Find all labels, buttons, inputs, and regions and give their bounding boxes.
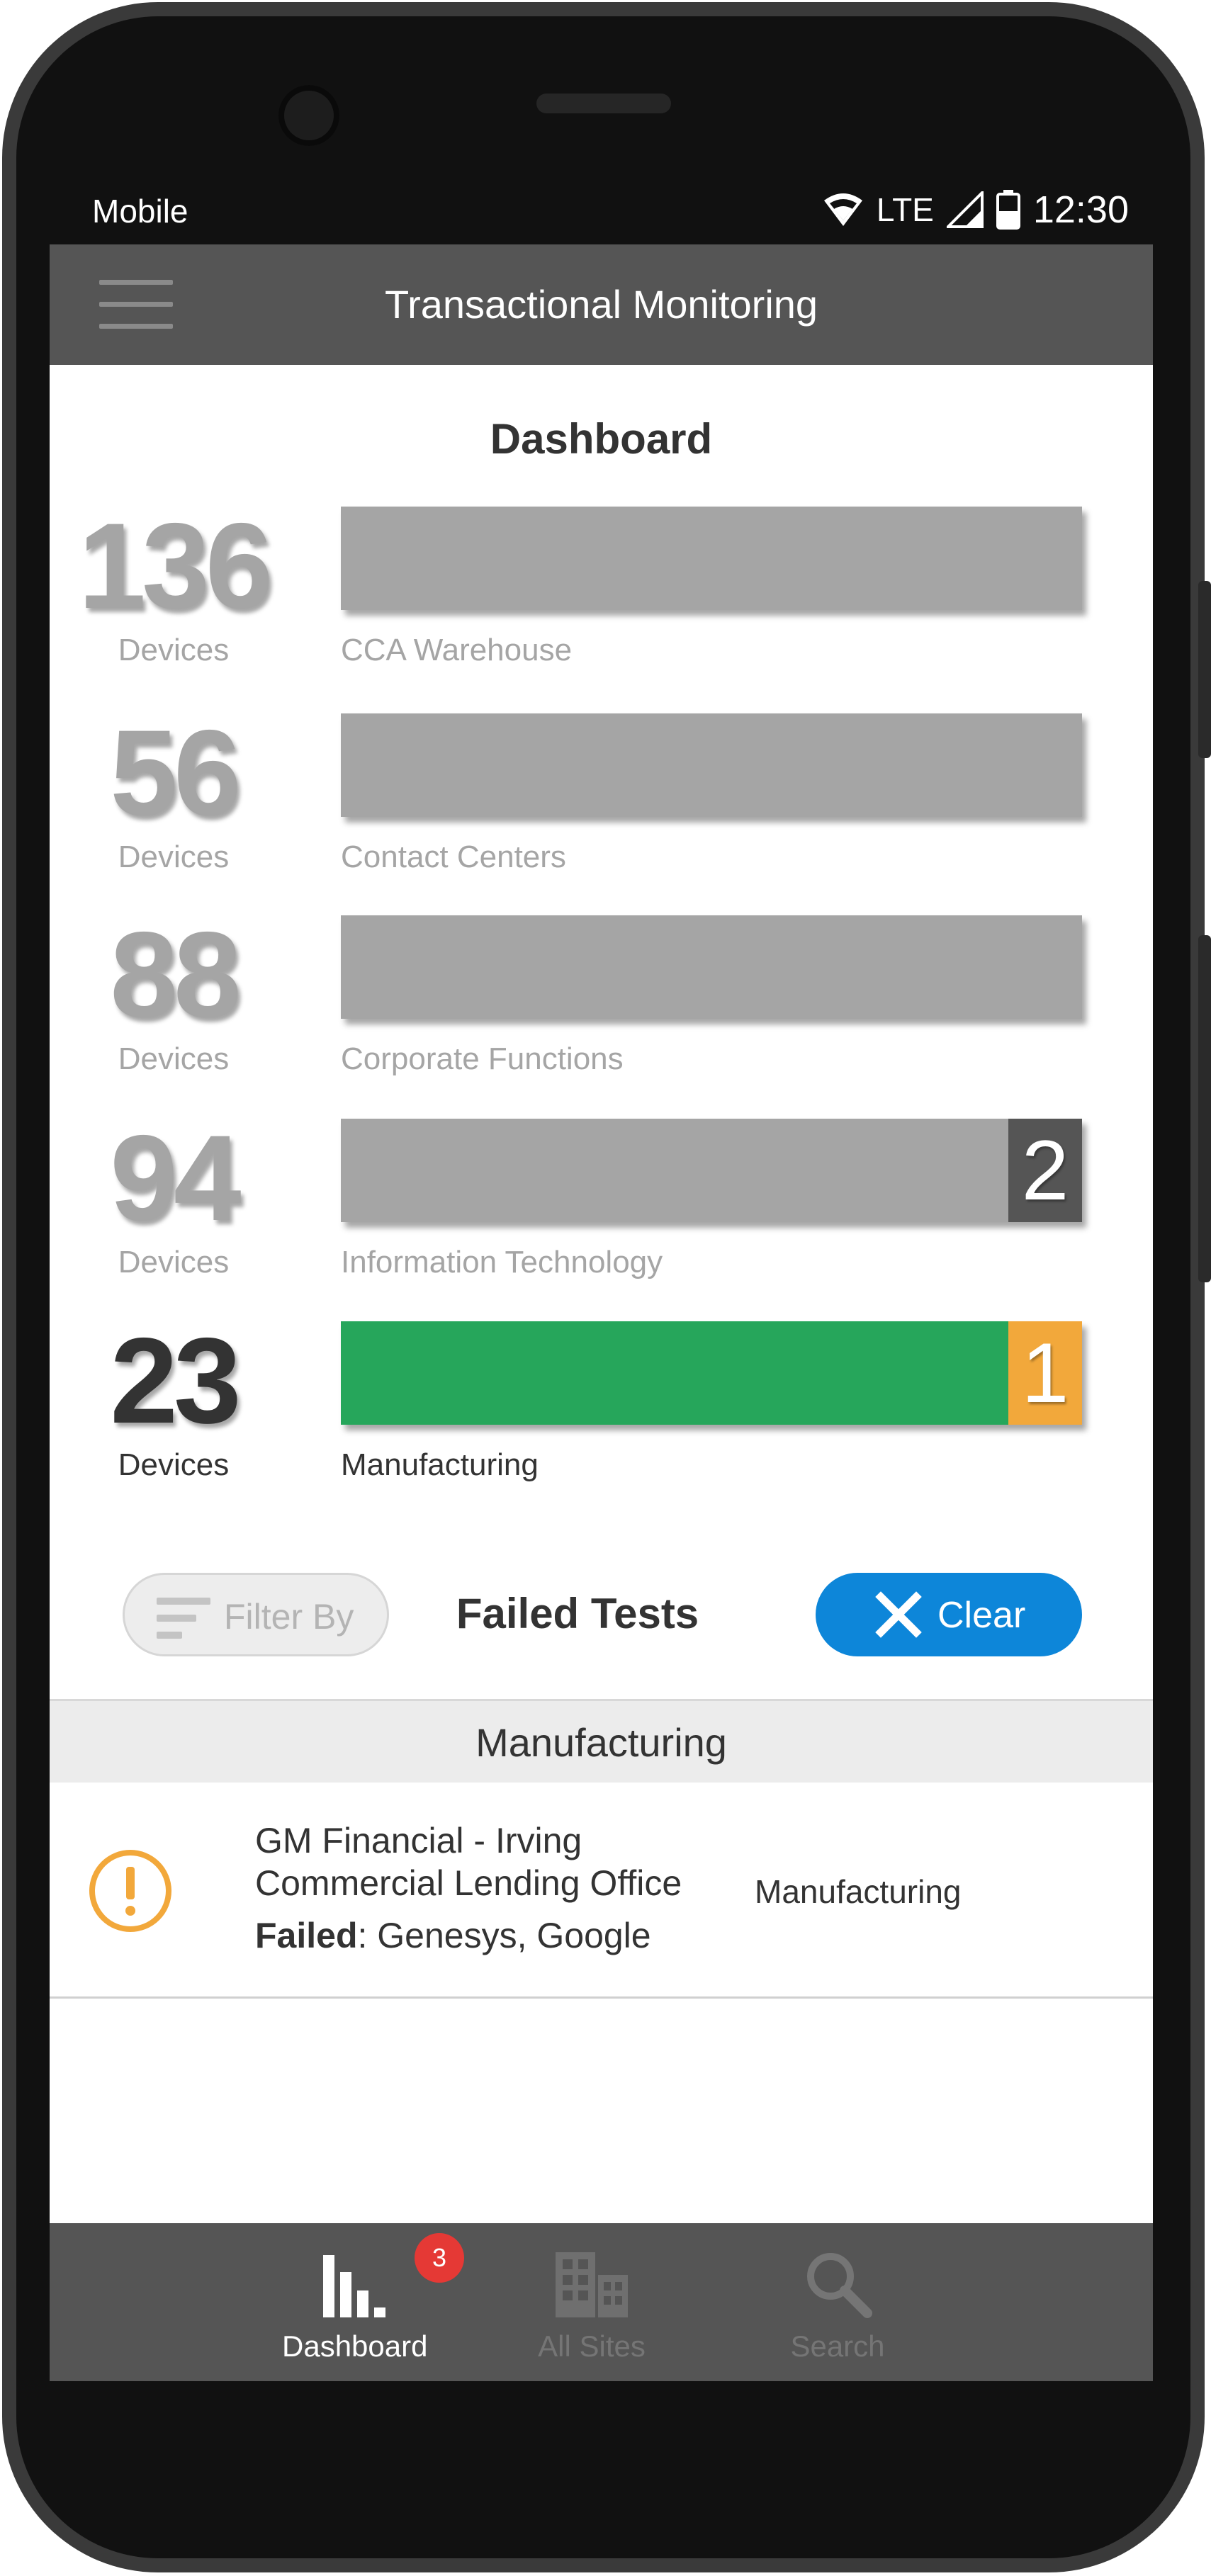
dashboard-row-corporate-functions[interactable]: 88 Devices Corporate Functions — [50, 911, 1153, 1092]
section-header: Manufacturing — [50, 1699, 1153, 1783]
filter-icon — [157, 1598, 210, 1640]
status-bar-graph — [341, 713, 1082, 817]
filter-by-button[interactable]: Filter By — [123, 1573, 389, 1656]
failed-test-item[interactable]: GM Financial - Irving Commercial Lending… — [50, 1783, 1153, 1999]
volume-button — [1198, 581, 1211, 758]
power-button — [1198, 935, 1211, 1282]
device-unit: Devices — [118, 840, 230, 874]
nav-label: Dashboard — [282, 2329, 428, 2363]
notification-badge: 3 — [415, 2233, 464, 2283]
signal-icon — [946, 191, 984, 228]
device-unit: Devices — [118, 1041, 230, 1076]
category-label: Contact Centers — [341, 840, 566, 874]
nav-label: Search — [790, 2329, 885, 2363]
close-icon — [875, 1591, 922, 1638]
device-count: 136 — [78, 498, 274, 634]
device-unit: Devices — [118, 633, 230, 667]
speaker — [536, 94, 671, 113]
clear-label: Clear — [937, 1595, 1026, 1636]
app-title: Transactional Monitoring — [384, 282, 818, 327]
status-bar: Mobile LTE 12:30 — [50, 174, 1153, 244]
network-label: LTE — [876, 191, 934, 228]
clear-button[interactable]: Clear — [816, 1573, 1082, 1656]
failed-tests-list: Failed: Genesys, Google — [255, 1915, 651, 1956]
bar-chart-icon — [323, 2255, 385, 2317]
failed-prefix: Failed — [255, 1916, 358, 1955]
device-count: 23 — [110, 1313, 241, 1449]
nav-dashboard[interactable]: Dashboard — [282, 2223, 428, 2381]
wifi-icon — [823, 193, 862, 226]
failed-tests-title: Failed Tests — [456, 1590, 699, 1637]
nav-search[interactable]: Search — [767, 2223, 908, 2381]
status-bar-graph: 2 — [341, 1119, 1082, 1222]
device-count: 56 — [110, 705, 241, 841]
app-bar: Transactional Monitoring — [50, 244, 1153, 365]
result-category: Manufacturing — [755, 1873, 962, 1910]
carrier-label: Mobile — [92, 193, 188, 230]
failure-count-badge: 2 — [1008, 1119, 1082, 1222]
dashboard-title: Dashboard — [490, 415, 713, 463]
buildings-icon — [556, 2252, 628, 2317]
warning-icon — [89, 1850, 171, 1932]
device-count: 88 — [110, 907, 241, 1043]
clock: 12:30 — [1032, 188, 1129, 231]
search-icon — [807, 2253, 872, 2318]
nav-label: All Sites — [538, 2329, 646, 2363]
category-label: Manufacturing — [341, 1447, 539, 1482]
device-unit: Devices — [118, 1245, 230, 1279]
dashboard-row-cca-warehouse[interactable]: 136 Devices CCA Warehouse — [50, 502, 1153, 684]
category-label: CCA Warehouse — [341, 633, 573, 667]
status-bar-graph: 1 — [341, 1321, 1082, 1425]
failed-value: : Genesys, Google — [357, 1916, 651, 1955]
filter-by-label: Filter By — [224, 1597, 354, 1637]
screen: Mobile LTE 12:30 Transactional Monitorin… — [50, 174, 1153, 2381]
category-label: Information Technology — [341, 1245, 663, 1279]
section-title: Manufacturing — [475, 1720, 727, 1765]
site-name-line1: GM Financial - Irving — [255, 1821, 582, 1860]
dashboard-row-information-technology[interactable]: 94 Devices 2 Information Technology — [50, 1114, 1153, 1296]
device-unit: Devices — [118, 1447, 230, 1482]
bottom-nav: Dashboard 3 All Sites Search — [50, 2223, 1153, 2381]
nav-all-sites[interactable]: All Sites — [521, 2223, 663, 2381]
category-label: Corporate Functions — [341, 1041, 624, 1076]
dashboard-row-manufacturing[interactable]: 23 Devices 1 Manufacturing — [50, 1317, 1153, 1498]
device-count: 94 — [110, 1110, 241, 1246]
dashboard-row-contact-centers[interactable]: 56 Devices Contact Centers — [50, 709, 1153, 891]
failure-count-badge: 1 — [1008, 1321, 1082, 1425]
status-bar-graph — [341, 915, 1082, 1019]
site-name-line2: Commercial Lending Office — [255, 1863, 682, 1903]
status-bar-graph — [341, 507, 1082, 610]
phone-frame: Mobile LTE 12:30 Transactional Monitorin… — [0, 0, 1211, 2576]
camera — [278, 85, 339, 146]
battery-icon — [996, 190, 1020, 230]
